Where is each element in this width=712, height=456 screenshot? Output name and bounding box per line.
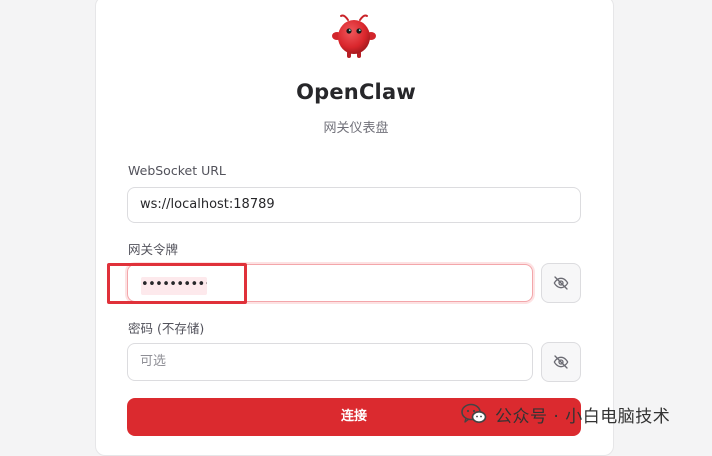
app-subtitle: 网关仪表盘 <box>323 121 389 136</box>
app-title: OpenClaw <box>296 80 416 104</box>
eye-off-icon <box>553 355 569 369</box>
toggle-password-visibility-button[interactable] <box>541 342 581 382</box>
annotation-highlight-box <box>107 263 247 304</box>
websocket-url-input[interactable]: ws://localhost:18789 <box>127 187 581 223</box>
eye-off-icon <box>553 276 569 290</box>
password-input[interactable]: 可选 <box>127 343 533 381</box>
gateway-token-label: 网关令牌 <box>128 242 179 257</box>
wechat-icon <box>461 403 487 423</box>
password-label: 密码 (不存储) <box>128 321 205 336</box>
password-placeholder: 可选 <box>140 354 167 369</box>
openclaw-logo-icon <box>332 14 376 58</box>
login-card <box>95 0 614 456</box>
websocket-url-value: ws://localhost:18789 <box>140 197 275 212</box>
toggle-token-visibility-button[interactable] <box>541 263 581 303</box>
watermark-text: 公众号 · 小白电脑技术 <box>495 406 671 427</box>
websocket-url-label: WebSocket URL <box>128 163 226 178</box>
wechat-watermark: 公众号 · 小白电脑技术 <box>461 401 706 427</box>
